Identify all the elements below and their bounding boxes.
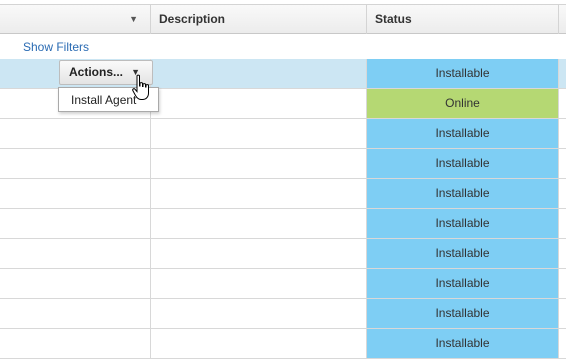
description-cell[interactable] <box>151 209 367 238</box>
name-cell[interactable] <box>0 179 151 208</box>
status-cell[interactable]: Installable <box>367 299 559 328</box>
table-row[interactable]: Installable <box>0 239 566 269</box>
name-cell[interactable] <box>0 299 151 328</box>
description-cell[interactable] <box>151 119 367 148</box>
status-cell[interactable]: Online <box>367 89 559 118</box>
table-row[interactable]: Installable <box>0 329 566 359</box>
hand-pointer-icon <box>132 74 149 100</box>
status-cell[interactable]: Installable <box>367 269 559 298</box>
status-cell[interactable]: Installable <box>367 149 559 178</box>
name-cell[interactable] <box>0 119 151 148</box>
description-cell[interactable] <box>151 299 367 328</box>
description-cell[interactable] <box>151 149 367 178</box>
column-header-name[interactable]: ▼ <box>0 5 151 34</box>
actions-button-label: Actions... <box>69 65 124 79</box>
name-cell[interactable] <box>0 149 151 178</box>
name-cell[interactable] <box>0 209 151 238</box>
menu-item-install-agent[interactable]: Install Agent <box>71 93 136 107</box>
table-row[interactable]: Installable <box>0 269 566 299</box>
name-cell[interactable] <box>0 239 151 268</box>
name-cell[interactable] <box>0 269 151 298</box>
status-cell[interactable]: Installable <box>367 209 559 238</box>
description-cell[interactable] <box>151 239 367 268</box>
status-cell[interactable]: Installable <box>367 329 559 358</box>
status-cell[interactable]: Installable <box>367 119 559 148</box>
column-header-status[interactable]: Status <box>367 5 559 34</box>
description-cell[interactable] <box>151 269 367 298</box>
show-filters-link[interactable]: Show Filters <box>23 40 89 54</box>
description-cell[interactable] <box>151 179 367 208</box>
table-row[interactable]: Installable <box>0 119 566 149</box>
name-cell[interactable] <box>0 329 151 358</box>
table-header: ▼ Description Status <box>0 4 566 34</box>
table-row[interactable]: Installable <box>0 149 566 179</box>
column-header-description[interactable]: Description <box>151 5 367 34</box>
description-cell[interactable] <box>151 89 367 118</box>
status-cell[interactable]: Installable <box>367 239 559 268</box>
sort-caret-down-icon[interactable]: ▼ <box>129 5 138 34</box>
filters-bar: Show Filters <box>0 34 566 58</box>
description-cell[interactable] <box>151 59 367 88</box>
table-row[interactable]: Installable <box>0 209 566 239</box>
table-row[interactable]: Installable <box>0 299 566 329</box>
status-cell[interactable]: Installable <box>367 179 559 208</box>
description-cell[interactable] <box>151 329 367 358</box>
status-cell[interactable]: Installable <box>367 59 559 88</box>
table-row[interactable]: Installable <box>0 179 566 209</box>
